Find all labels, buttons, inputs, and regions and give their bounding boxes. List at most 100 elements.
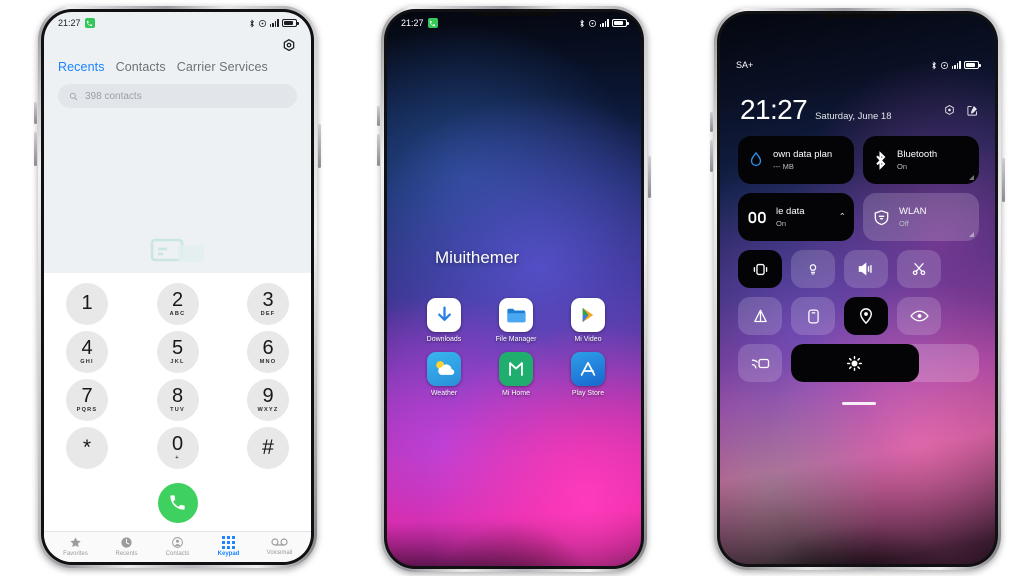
tab-keypad[interactable]: Keypad bbox=[203, 535, 254, 557]
tab-recents-bottom[interactable]: Recents bbox=[101, 536, 152, 557]
tab-contacts-bottom[interactable]: Contacts bbox=[152, 536, 203, 557]
power-button[interactable] bbox=[318, 124, 321, 168]
tile-bluetooth[interactable]: Bluetooth On bbox=[863, 136, 979, 184]
key-4[interactable]: 4 GHI bbox=[66, 330, 108, 373]
alarm-icon bbox=[258, 19, 267, 28]
key-6[interactable]: 6 MNO bbox=[247, 330, 289, 373]
app-downloads[interactable]: Downloads bbox=[413, 298, 475, 345]
toggle-row-1 bbox=[738, 250, 979, 288]
eye-reading-mode-icon[interactable] bbox=[897, 297, 941, 335]
key-digit: 2 bbox=[171, 288, 184, 311]
bluetooth-icon bbox=[931, 60, 937, 70]
header-actions bbox=[943, 104, 979, 117]
screen-rotation-icon[interactable] bbox=[791, 297, 835, 335]
key-hash[interactable]: # bbox=[247, 426, 289, 469]
airplane-icon[interactable] bbox=[738, 297, 782, 335]
status-bar: 21:27 bbox=[44, 12, 311, 34]
mobile-data-icon bbox=[748, 210, 767, 225]
app-row: Downloads File Manager Mi Video bbox=[413, 298, 619, 345]
key-star[interactable]: * bbox=[66, 426, 108, 469]
app-mi-video[interactable]: Mi Video bbox=[557, 298, 619, 345]
voicemail-icon bbox=[271, 536, 288, 548]
screenshot-stage: 21:27 Recents Contacts Carrier Services … bbox=[0, 0, 1024, 576]
edit-icon[interactable] bbox=[966, 104, 979, 117]
scissors-screenshot-icon[interactable] bbox=[897, 250, 941, 288]
tab-carrier-services[interactable]: Carrier Services bbox=[177, 60, 268, 74]
keypad-row: 4 GHI 5 JKL 6 MNO bbox=[66, 330, 289, 373]
mi-logo-icon bbox=[499, 351, 533, 386]
app-label: Mi Home bbox=[501, 389, 530, 397]
vibrate-icon[interactable] bbox=[738, 250, 782, 288]
app-mi-home[interactable]: Mi Home bbox=[485, 351, 547, 399]
keypad-row: * 0 + # bbox=[66, 426, 289, 469]
tab-contacts[interactable]: Contacts bbox=[116, 60, 166, 74]
flashlight-icon[interactable] bbox=[791, 250, 835, 288]
call-button[interactable] bbox=[157, 482, 198, 523]
speaker-notch bbox=[820, 14, 895, 18]
app-row: Weather Mi Home Play Store bbox=[413, 351, 619, 399]
app-grid: Downloads File Manager Mi Video Weather … bbox=[413, 298, 619, 406]
wlan-shield-icon bbox=[873, 209, 890, 226]
tile-row: le data On ⌃ WLAN Off bbox=[738, 193, 979, 241]
clock-icon bbox=[120, 536, 133, 549]
tab-label: Favorites bbox=[63, 550, 88, 557]
drag-handle[interactable] bbox=[841, 402, 876, 405]
search-input[interactable]: 398 contacts bbox=[58, 84, 297, 108]
key-2[interactable]: 2 ABC bbox=[156, 282, 199, 325]
chevron-up-icon[interactable]: ⌃ bbox=[838, 212, 846, 223]
home-screen: 21:27 Miuithemer Downloads File Manager … bbox=[387, 12, 641, 566]
app-label: Downloads bbox=[426, 336, 462, 343]
volume-down-button[interactable] bbox=[377, 134, 380, 166]
key-1[interactable]: 1 bbox=[66, 282, 108, 325]
volume-icon[interactable] bbox=[844, 250, 888, 288]
location-icon[interactable] bbox=[844, 297, 888, 335]
keypad-row: 7 PQRS 8 TUV 9 WXYZ bbox=[66, 378, 289, 421]
tab-label: Keypad bbox=[217, 551, 240, 557]
power-button[interactable] bbox=[648, 156, 651, 198]
settings-icon[interactable] bbox=[943, 104, 956, 117]
key-9[interactable]: 9 WXYZ bbox=[247, 378, 289, 421]
app-label: Play Store bbox=[571, 389, 605, 397]
volume-down-button[interactable] bbox=[710, 140, 713, 172]
volume-down-button[interactable] bbox=[34, 132, 37, 166]
volume-up-button[interactable] bbox=[710, 112, 713, 132]
tile-wlan[interactable]: WLAN Off bbox=[863, 193, 979, 241]
key-digit: 3 bbox=[262, 288, 274, 311]
key-digit: 0 bbox=[171, 432, 184, 455]
key-digit: # bbox=[262, 436, 274, 460]
bluetooth-icon bbox=[579, 18, 585, 28]
tab-favorites[interactable]: Favorites bbox=[50, 536, 101, 557]
search-icon bbox=[69, 92, 78, 101]
app-file-manager[interactable]: File Manager bbox=[485, 298, 547, 345]
tile-mobile-data[interactable]: le data On ⌃ bbox=[738, 193, 854, 241]
key-7[interactable]: 7 PQRS bbox=[66, 378, 108, 421]
power-button[interactable] bbox=[1002, 158, 1005, 202]
dialer-screen: 21:27 Recents Contacts Carrier Services … bbox=[44, 12, 311, 562]
alarm-icon bbox=[588, 19, 597, 28]
app-weather[interactable]: Weather bbox=[413, 351, 475, 399]
volume-up-button[interactable] bbox=[34, 102, 37, 124]
alarm-icon bbox=[940, 61, 949, 70]
battery-icon bbox=[282, 19, 299, 27]
key-0[interactable]: 0 + bbox=[156, 426, 199, 469]
carrier-label: SA+ bbox=[736, 60, 754, 70]
star-icon bbox=[69, 536, 82, 549]
key-3[interactable]: 3 DEF bbox=[247, 282, 289, 325]
signal-icon bbox=[599, 19, 609, 27]
tile-data-plan[interactable]: own data plan --- MB bbox=[738, 136, 854, 184]
home-screen-phone: 21:27 Miuithemer Downloads File Manager … bbox=[377, 6, 651, 572]
tile-subtitle: On bbox=[776, 219, 787, 228]
key-5[interactable]: 5 JKL bbox=[156, 330, 199, 373]
tab-label: Voicemail bbox=[266, 549, 293, 556]
app-play-store[interactable]: Play Store bbox=[557, 351, 619, 399]
tab-voicemail[interactable]: Voicemail bbox=[254, 536, 305, 557]
cast-icon[interactable] bbox=[738, 344, 782, 382]
toggle-row-2 bbox=[738, 297, 979, 335]
brightness-slider[interactable] bbox=[791, 344, 979, 382]
tab-recents[interactable]: Recents bbox=[58, 60, 105, 74]
clock-time: 21:27 bbox=[740, 94, 808, 125]
volume-up-button[interactable] bbox=[377, 106, 380, 126]
key-8[interactable]: 8 TUV bbox=[156, 378, 199, 421]
gear-icon[interactable] bbox=[281, 38, 297, 54]
download-arrow-icon bbox=[427, 298, 461, 332]
